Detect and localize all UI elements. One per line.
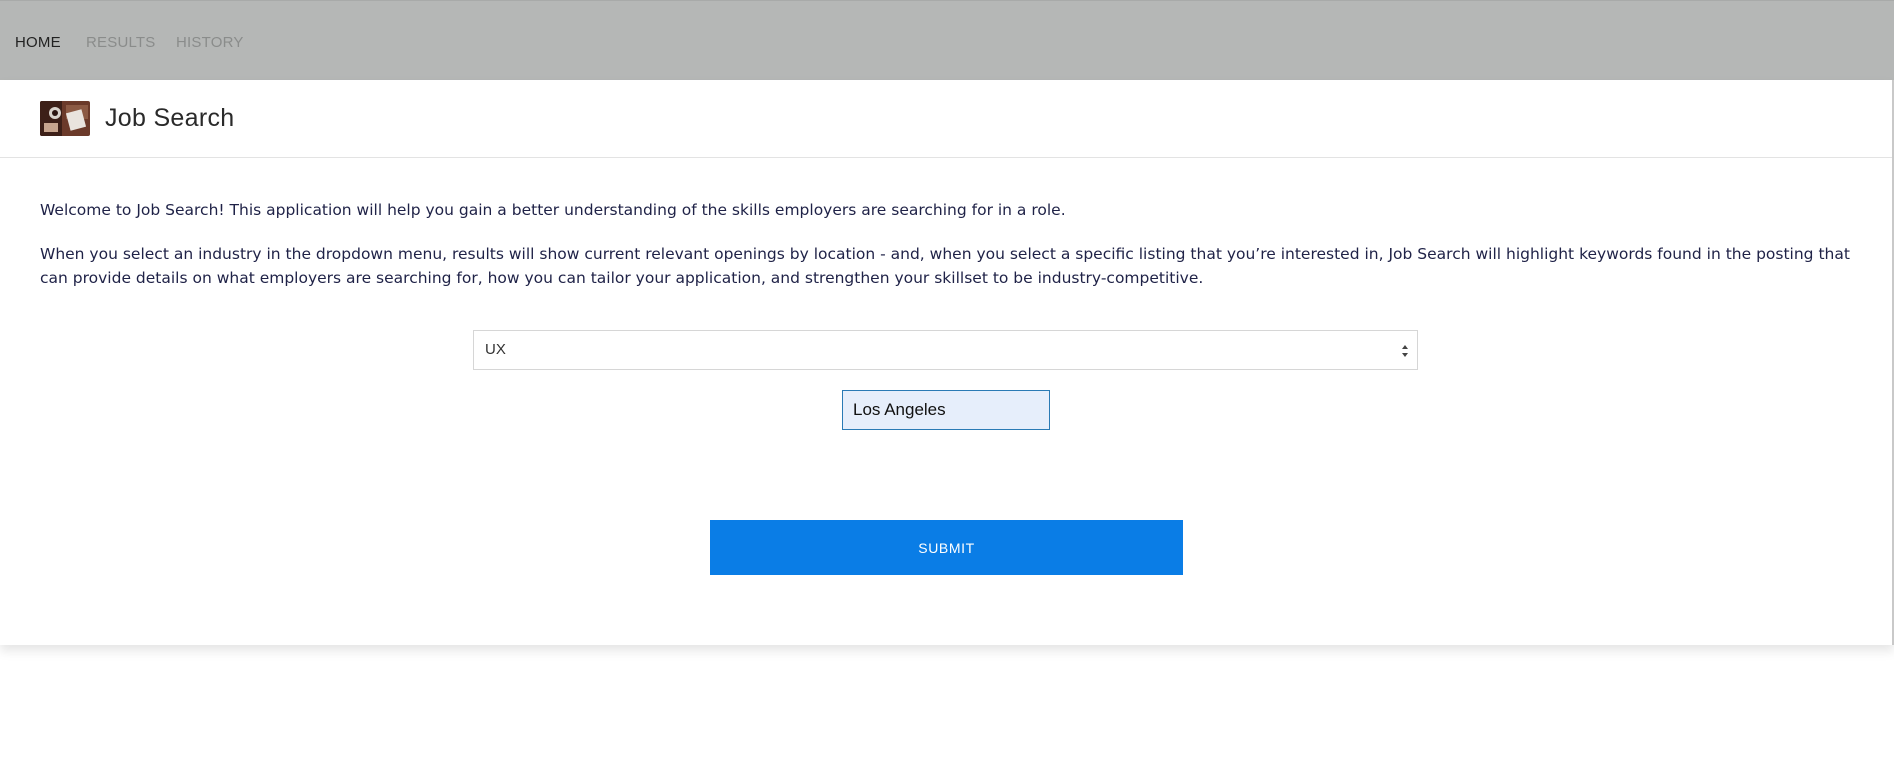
location-input[interactable]: [842, 390, 1050, 430]
select-arrows-icon: [1401, 343, 1409, 357]
main-card: Job Search Welcome to Job Search! This a…: [0, 80, 1894, 645]
industry-select[interactable]: UX: [473, 330, 1418, 370]
page-header: Job Search: [0, 80, 1892, 158]
intro-paragraph-welcome: Welcome to Job Search! This application …: [40, 201, 1066, 219]
nav-home[interactable]: HOME: [15, 34, 61, 51]
intro-paragraph-instructions: When you select an industry in the dropd…: [40, 245, 1850, 287]
page-title: Job Search: [105, 104, 235, 132]
job-search-logo-icon: [40, 101, 90, 136]
nav-results[interactable]: RESULTS: [86, 34, 155, 51]
top-navigation: HOME RESULTS HISTORY: [0, 0, 1894, 80]
industry-select-value: UX: [485, 341, 506, 358]
nav-history[interactable]: HISTORY: [176, 34, 244, 51]
submit-button[interactable]: SUBMIT: [710, 520, 1183, 575]
